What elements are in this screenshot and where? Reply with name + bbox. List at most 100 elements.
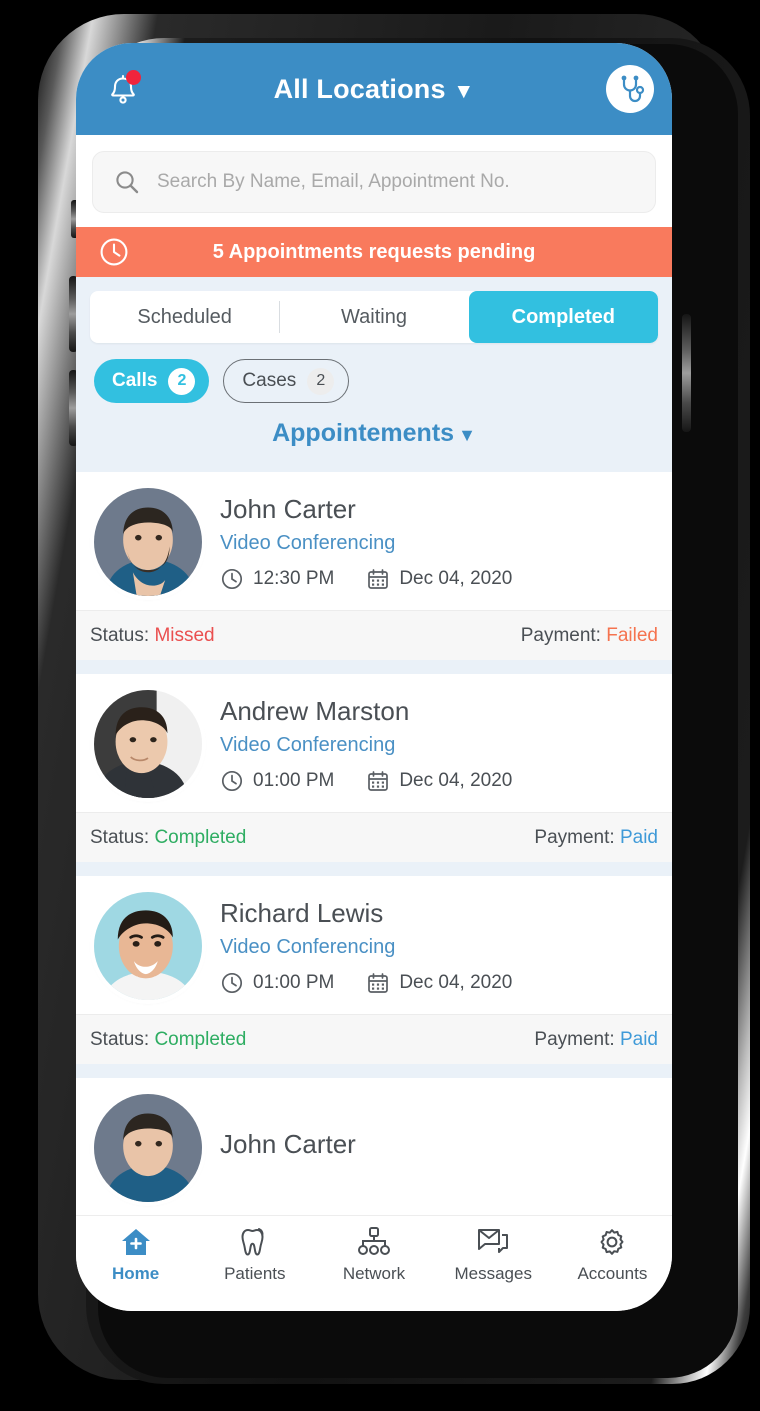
status-label: Status: [90,826,150,848]
chip-calls-label: Calls [112,370,158,391]
appointments-section-dropdown[interactable]: Appointements ▼ [90,403,658,462]
nav-label-network: Network [342,1264,406,1283]
nav-item-patients[interactable]: Patients [195,1226,314,1284]
appointments-list[interactable]: John Carter Video Conferencing 12:30 PM [76,472,672,1215]
section-dropdown-label: Appointements [272,419,455,447]
status-badge: Completed [154,1028,247,1050]
search-area [76,135,672,227]
appointment-time-text: 12:30 PM [253,567,335,589]
appointment-main: Richard Lewis Video Conferencing 01:00 P… [76,876,672,1014]
envelope-chat-icon [478,1229,509,1253]
calendar-icon [368,972,389,993]
appointment-status-row: Status: Completed Payment: Paid [76,812,672,862]
payment-group: Payment: Failed [521,625,658,647]
card-separator [76,1064,672,1078]
appointment-date-text: Dec 04, 2020 [399,769,513,791]
search-icon [116,171,139,194]
appointment-main: Andrew Marston Video Conferencing 01:00 … [76,674,672,812]
header-title-text: All Locations [273,73,446,104]
payment-label: Payment: [534,826,615,848]
status-tabs: Scheduled Waiting Completed [90,291,658,343]
appointment-time: 01:00 PM [220,971,334,995]
appointment-date-text: Dec 04, 2020 [399,971,513,993]
avatar [94,892,202,1000]
nav-label-accounts: Accounts [577,1264,648,1283]
appointment-time: 12:30 PM [220,567,334,591]
card-separator [76,862,672,876]
appointment-card[interactable]: John Carter Video Conferencing 12:30 PM [76,472,672,660]
chevron-down-icon: ▼ [458,425,476,445]
status-group: Status: Completed [90,827,246,849]
clock-icon [221,568,243,589]
appointment-info: John Carter [220,1129,654,1167]
appointment-main: John Carter Video Conferencing 12:30 PM [76,472,672,610]
power-button[interactable] [682,314,691,432]
patient-name: John Carter [220,493,356,524]
org-chart-icon [358,1227,390,1255]
calendar-icon [368,568,389,589]
appointment-meta: 12:30 PM Dec 04, 2020 [220,567,654,591]
payment-badge: Paid [619,1028,658,1050]
patient-name: Richard Lewis [220,897,384,928]
avatar [94,488,202,596]
tab-waiting[interactable]: Waiting [279,291,468,343]
status-group: Status: Missed [90,625,215,647]
appointment-date: Dec 04, 2020 [366,567,512,591]
home-plus-icon [121,1229,150,1255]
payment-group: Payment: Paid [534,827,658,849]
status-group: Status: Completed [90,1029,246,1051]
patient-name: John Carter [220,1129,356,1159]
patient-name: Andrew Marston [220,695,410,726]
chip-calls[interactable]: Calls 2 [94,359,210,403]
nav-item-messages[interactable]: Messages [434,1226,553,1284]
type-filter-chips: Calls 2 Cases 2 [90,359,658,403]
card-separator [76,660,672,674]
tab-completed[interactable]: Completed [468,291,658,343]
search-box[interactable] [92,151,656,213]
appointment-type[interactable]: Video Conferencing [220,532,654,555]
brand-logo-button[interactable] [606,65,654,113]
chip-cases[interactable]: Cases 2 [223,359,350,403]
nav-item-home[interactable]: Home [76,1226,195,1284]
appointment-type[interactable]: Video Conferencing [220,936,654,959]
appointment-type[interactable]: Video Conferencing [220,734,654,757]
appointment-card[interactable]: Richard Lewis Video Conferencing 01:00 P… [76,876,672,1064]
notifications-button[interactable] [100,66,146,112]
search-input[interactable] [157,171,635,193]
bottom-navigation: Home Patients Network Messages Accounts [76,1215,672,1311]
appointment-status-row: Status: Completed Payment: Paid [76,1014,672,1064]
appointment-meta: 01:00 PM Dec 04, 2020 [220,769,654,793]
appointment-card[interactable]: Andrew Marston Video Conferencing 01:00 … [76,674,672,862]
payment-badge: Paid [619,826,658,848]
chevron-down-icon: ▼ [453,79,475,103]
appointment-time-text: 01:00 PM [253,769,335,791]
phone-screen: All Locations ▼ 5 Appo [76,43,672,1311]
tab-scheduled[interactable]: Scheduled [90,291,279,343]
chip-cases-label: Cases [242,370,297,391]
nav-item-accounts[interactable]: Accounts [553,1226,672,1284]
appointment-date-text: Dec 04, 2020 [399,567,513,589]
status-badge: Completed [154,826,247,848]
pending-requests-banner[interactable]: 5 Appointments requests pending [76,227,672,277]
status-label: Status: [90,1028,150,1050]
clock-icon [221,972,243,993]
appointment-date: Dec 04, 2020 [366,769,512,793]
payment-label: Payment: [534,1028,615,1050]
nav-label-messages: Messages [454,1264,532,1283]
pending-requests-text: 5 Appointments requests pending [212,240,536,263]
appointment-info: Richard Lewis Video Conferencing 01:00 P… [220,898,654,995]
nav-label-home: Home [111,1264,160,1283]
payment-group: Payment: Paid [534,1029,658,1051]
location-selector[interactable]: All Locations ▼ [76,74,672,105]
appointment-main: John Carter [76,1078,672,1215]
payment-label: Payment: [520,624,601,646]
calendar-icon [368,770,389,791]
appointment-card[interactable]: John Carter [76,1078,672,1215]
appointment-time-text: 01:00 PM [253,971,335,993]
nav-label-patients: Patients [224,1264,286,1283]
appointment-info: John Carter Video Conferencing 12:30 PM [220,494,654,591]
tooth-icon [241,1228,264,1256]
clock-icon [100,238,128,266]
nav-item-network[interactable]: Network [314,1226,433,1284]
appointment-meta: 01:00 PM Dec 04, 2020 [220,971,654,995]
